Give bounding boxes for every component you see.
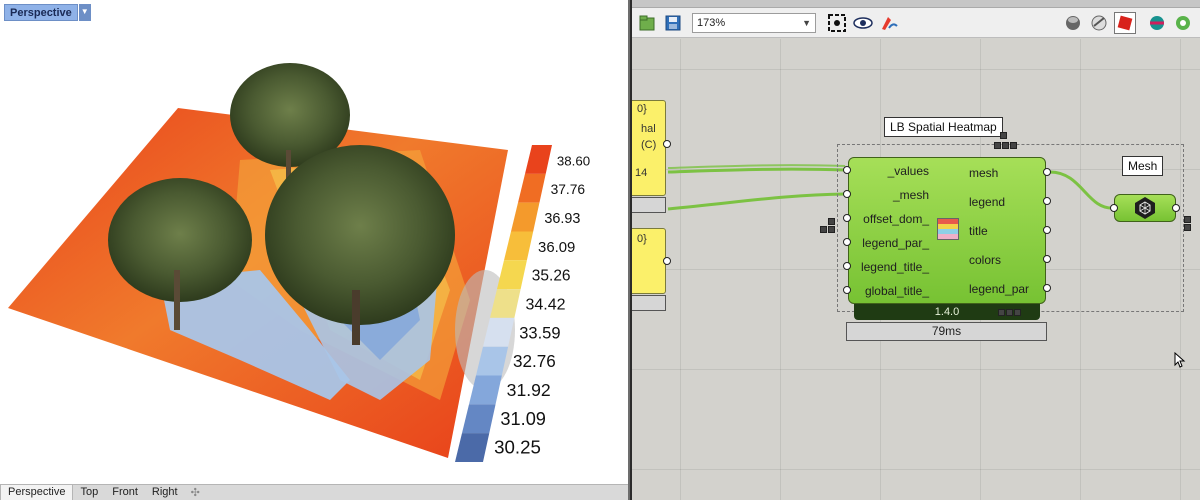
panel-bottom-footer [632,295,666,311]
mesh-output-grip[interactable] [1172,204,1180,212]
rhino-viewport[interactable]: 38.60 37.76 36.93 36.09 35.26 34.42 33.59 32.76… [0,0,630,500]
grip-legend-title[interactable] [843,262,851,270]
scene-canvas[interactable]: 38.60 37.76 36.93 36.09 35.26 34.42 33.59 32.76… [0,0,630,500]
grip-out-legend[interactable] [1043,197,1051,205]
tab-right[interactable]: Right [145,485,185,500]
panel-top-line1: hal [641,123,656,135]
legend-swatch [455,433,490,462]
legend-label: 31.09 [500,409,546,429]
panel-top-line2: (C) [641,139,657,151]
panel-top-footer [632,197,666,213]
legend-label: 37.76 [551,182,586,197]
legend-swatch [525,145,552,174]
input-legend-par[interactable]: legend_par_ [862,236,929,250]
viewport-menu-chevron-icon[interactable]: ▼ [78,4,91,21]
output-colors[interactable]: colors [969,253,1001,267]
input-mesh[interactable]: _mesh [893,188,929,202]
heatmap-icon [937,218,959,240]
component-mini-controls-top[interactable] [1000,132,1007,139]
legend-swatch [462,404,496,434]
tab-top[interactable]: Top [73,485,105,500]
output-mesh[interactable]: mesh [969,166,998,180]
component-mini-controls-left-row[interactable] [820,226,827,233]
wire-values [667,167,846,174]
output-title[interactable]: title [969,224,988,238]
grip-global-title[interactable] [843,286,851,294]
component-mini-controls-left[interactable] [828,218,835,233]
legend-label: 35.26 [532,268,571,285]
input-global-title[interactable]: global_title_ [865,284,929,298]
mesh-mini-controls[interactable] [1184,216,1191,231]
legend-swatch [504,231,534,261]
viewport-title-label[interactable]: Perspective [4,4,78,21]
input-values[interactable]: _values [888,164,929,178]
legend-label: 31.92 [507,380,551,400]
panel-top[interactable]: 0} hal (C) 14 [632,100,666,196]
panel-bottom-output-grip[interactable] [663,257,671,265]
panel-top-value: 14 [635,167,648,179]
legend-label: 34.42 [526,297,566,314]
legend-swatch [497,260,527,290]
viewport-tab-bar: Perspective Top Front Right ✣ [0,484,628,500]
component-mini-controls-bottom[interactable] [998,309,1021,316]
legend-label: 38.60 [557,153,590,168]
mesh-icon [1135,197,1155,219]
legend-label: 30.25 [494,437,541,458]
legend-label: 33.59 [519,324,560,342]
component-mini-controls-top-row[interactable] [994,142,1017,149]
grip-out-mesh[interactable] [1043,168,1051,176]
legend-swatch [511,202,540,232]
grip-out-colors[interactable] [1043,255,1051,263]
grip-legend-par[interactable] [843,238,851,246]
viewport-title[interactable]: Perspective ▼ [4,4,91,21]
panel-top-output-grip[interactable] [663,140,671,148]
legend-label: 36.09 [538,240,575,256]
component-timer: 79ms [846,322,1047,341]
panel-bottom[interactable]: 0} [632,228,666,294]
legend-label: 36.93 [544,211,580,227]
grasshopper-canvas[interactable]: 173% ▼ 0} hal (C) 14 0} LB Spatial Heatm… [632,0,1200,500]
output-legend-par[interactable]: legend_par [969,282,1029,296]
add-viewport-icon[interactable]: ✣ [185,486,206,499]
mesh-component[interactable] [1114,194,1176,222]
wire-values-2 [667,164,846,169]
tab-front[interactable]: Front [105,485,145,500]
wire-mesh [667,192,846,211]
mesh-name-tag: Mesh [1122,156,1164,176]
mouse-cursor-icon [1174,352,1186,368]
panel-top-header: 0} [637,103,647,115]
mesh-input-grip[interactable] [1110,204,1118,212]
lb-spatial-heatmap-component[interactable]: _values _mesh offset_dom_ legend_par_ le… [848,157,1046,304]
legend-label: 32.76 [513,352,556,371]
input-offset-dom[interactable]: offset_dom_ [863,212,929,226]
grip-out-title[interactable] [1043,226,1051,234]
legend-swatch [518,173,546,203]
grip-mesh[interactable] [843,190,851,198]
heatmap-name-tag: LB Spatial Heatmap [884,117,1003,137]
input-legend-title[interactable]: legend_title_ [861,260,929,274]
grip-values[interactable] [843,166,851,174]
grip-out-legend-par[interactable] [1043,284,1051,292]
tab-perspective[interactable]: Perspective [0,485,74,500]
output-legend[interactable]: legend [969,195,1005,209]
panel-bottom-header: 0} [637,233,647,245]
grip-offset-dom[interactable] [843,214,851,222]
